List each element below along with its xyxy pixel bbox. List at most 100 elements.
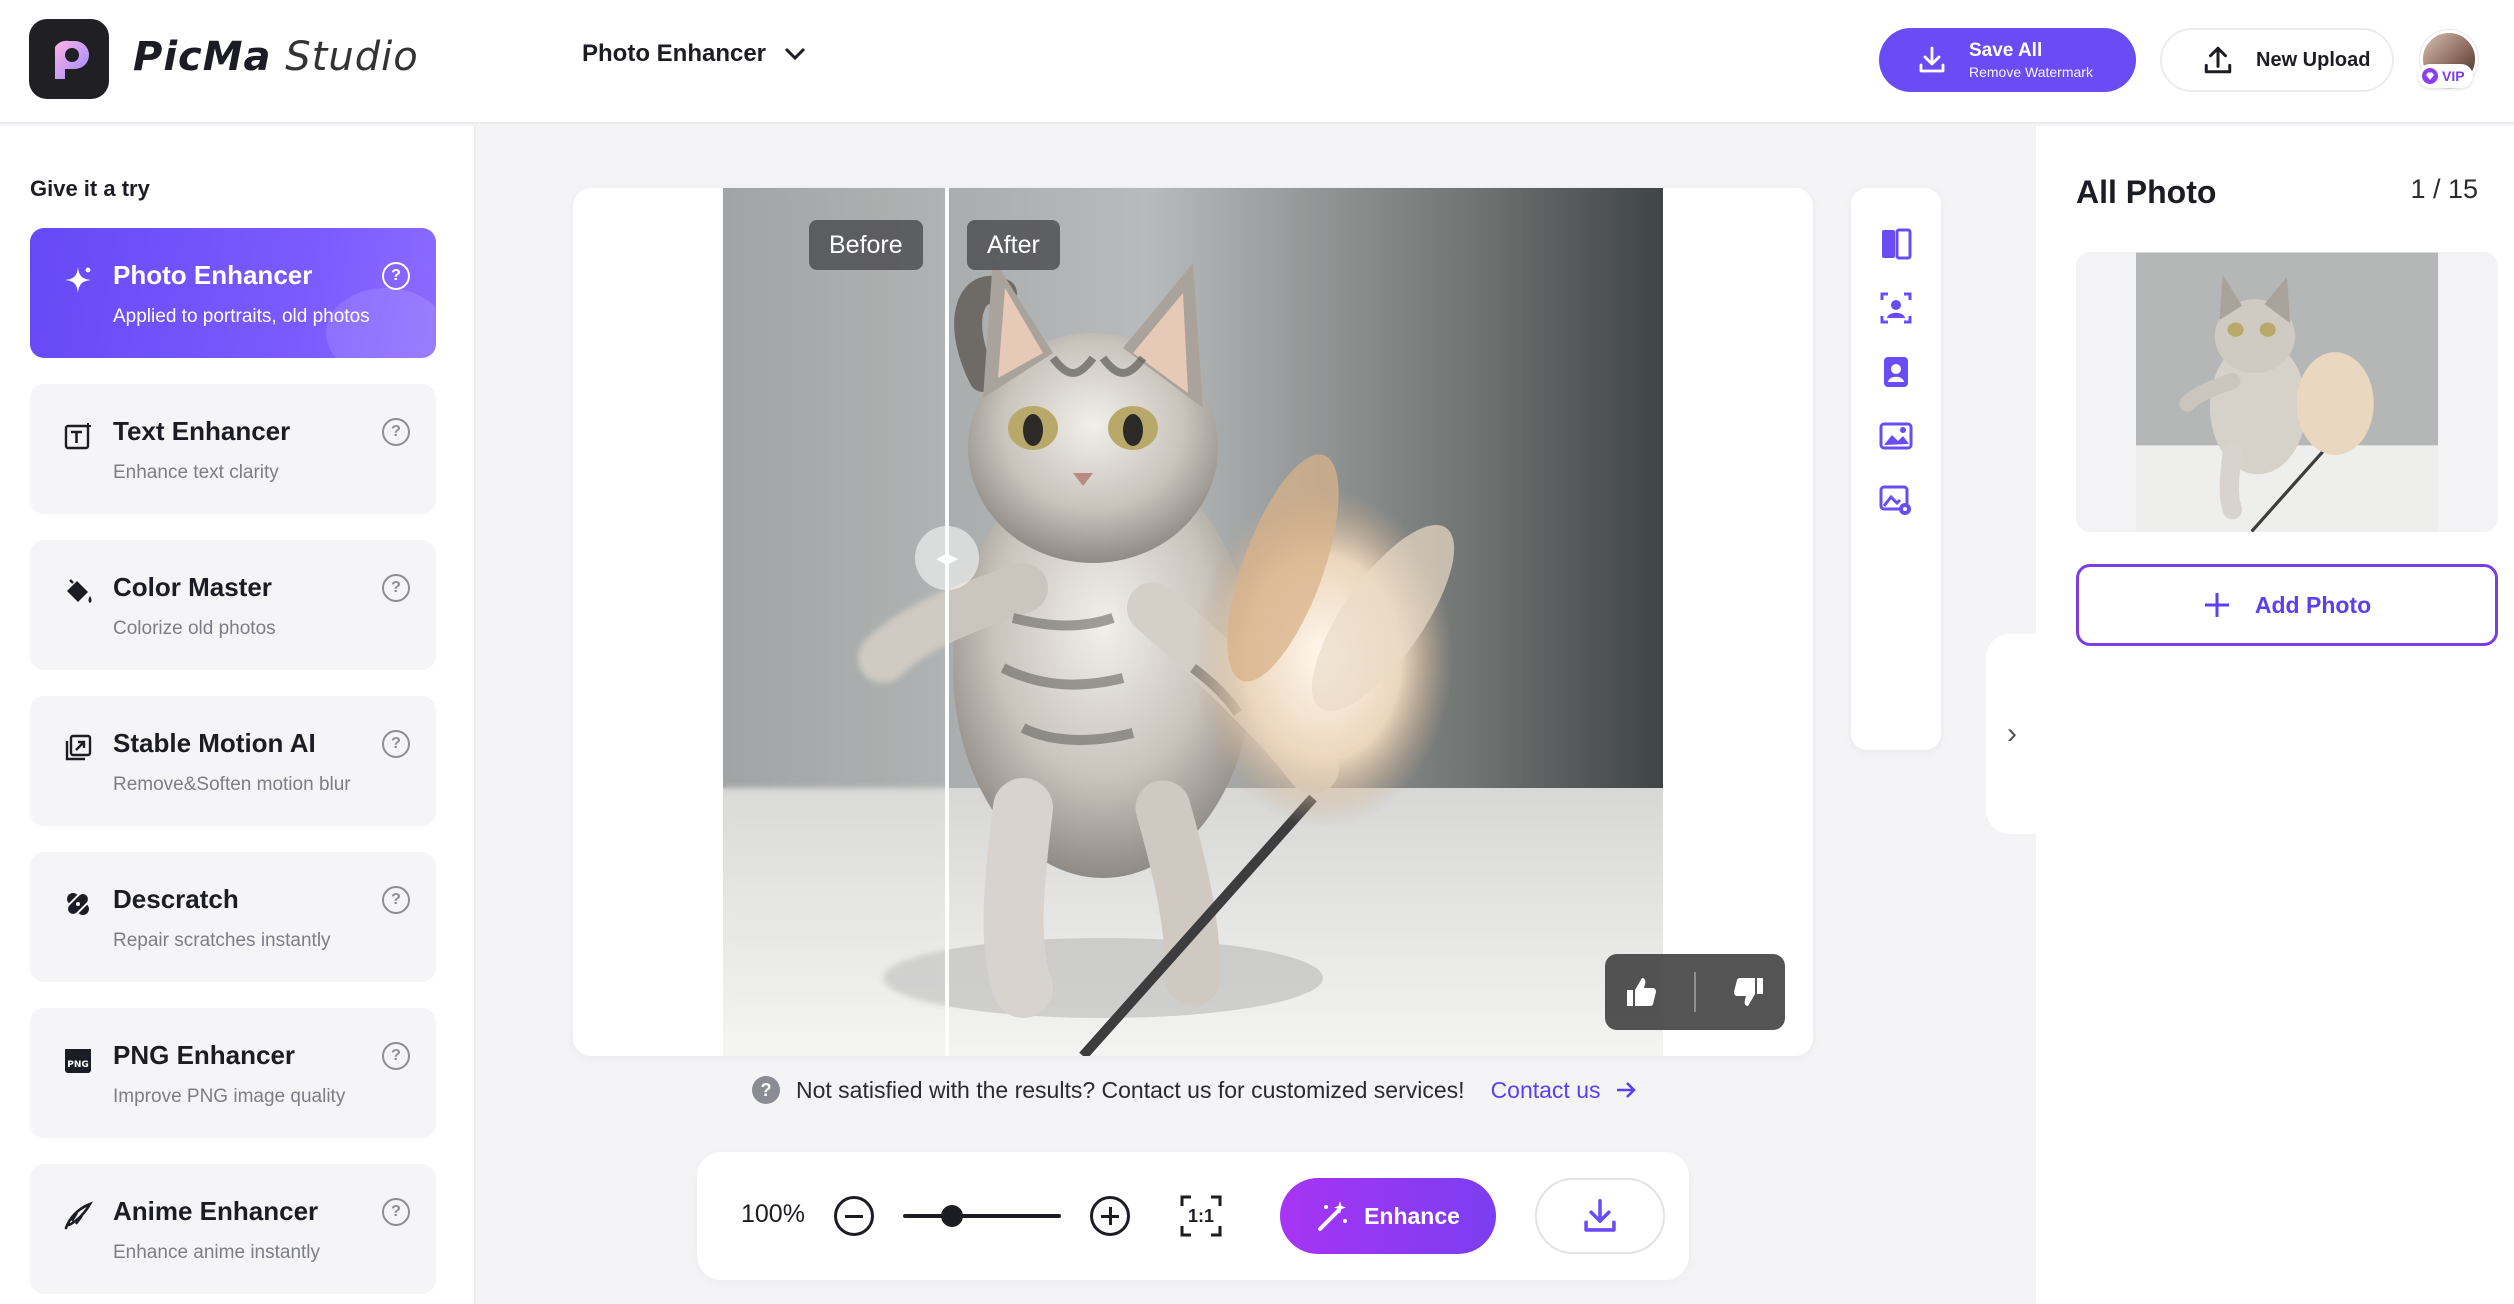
thumbs-up-icon[interactable] <box>1623 974 1659 1010</box>
png-icon: PNG <box>62 1044 94 1076</box>
help-icon[interactable]: ? <box>382 262 410 290</box>
add-photo-button[interactable]: Add Photo <box>2076 564 2498 646</box>
contact-us-label: Contact us <box>1490 1076 1601 1103</box>
photo-list-panel: All Photo 1 / 15 Add Photo <box>2036 126 2514 1304</box>
sidebar-item-desc: Applied to portraits, old photos <box>113 306 370 327</box>
preview-photo[interactable]: ◂▸ Before After <box>723 188 1663 1056</box>
sidebar-item-desc: Enhance anime instantly <box>113 1242 321 1263</box>
save-all-text: Save All Remove Watermark <box>1969 40 2093 80</box>
preview-canvas: ◂▸ Before After <box>573 188 1813 1056</box>
sidebar-item-desc: Repair scratches instantly <box>113 930 331 951</box>
save-all-sublabel: Remove Watermark <box>1969 64 2093 80</box>
enhance-button[interactable]: Enhance <box>1280 1178 1496 1254</box>
sidebar-item-photo-enhancer[interactable]: Photo Enhancer Applied to portraits, old… <box>30 228 436 358</box>
help-icon[interactable]: ? <box>382 574 410 602</box>
motion-icon <box>62 732 94 764</box>
sidebar-item-title: Photo Enhancer <box>113 260 313 290</box>
tool-sidebar: Give it a try Photo Enhancer Applied to … <box>0 126 476 1304</box>
before-region <box>723 188 947 1056</box>
sidebar-item-title: Descratch <box>113 884 239 914</box>
zoom-level: 100% <box>741 1200 805 1228</box>
sidebar-item-title: Stable Motion AI <box>113 728 316 758</box>
sidebar-item-desc: Remove&Soften motion blur <box>113 774 351 795</box>
photo-thumbnail[interactable] <box>2076 252 2498 532</box>
feedback-box <box>1605 954 1785 1030</box>
upload-icon <box>2204 46 2232 74</box>
top-header: PicMa Studio Photo Enhancer Save All Rem… <box>0 0 2514 124</box>
question-icon: ? <box>752 1076 780 1104</box>
text-icon <box>62 420 94 452</box>
bottom-toolbar: 100% 1:1 Enhance <box>697 1152 1689 1280</box>
app-logo-icon[interactable] <box>29 19 109 99</box>
thumbnail-image <box>2136 252 2438 532</box>
zoom-slider[interactable] <box>903 1205 1061 1227</box>
help-icon[interactable]: ? <box>382 418 410 446</box>
brand-name: PicMa Studio <box>133 34 419 80</box>
download-icon <box>1584 1199 1616 1232</box>
bandage-icon <box>62 888 94 920</box>
svg-text:PNG: PNG <box>67 1060 89 1070</box>
enhance-label: Enhance <box>1364 1202 1460 1229</box>
view-tools-strip <box>1851 188 1941 750</box>
sidebar-item-png-enhancer[interactable]: PNG PNG Enhancer Improve PNG image quali… <box>30 1008 436 1138</box>
new-upload-label: New Upload <box>2256 48 2371 71</box>
brush-icon <box>62 1200 94 1232</box>
chevron-down-icon <box>784 47 806 61</box>
add-photo-label: Add Photo <box>2254 591 2372 618</box>
sidebar-item-desc: Colorize old photos <box>113 618 276 639</box>
sidebar-item-anime-enhancer[interactable]: Anime Enhancer Enhance anime instantly ? <box>30 1164 436 1294</box>
photo-count: 1 / 15 <box>2410 174 2478 204</box>
help-icon[interactable]: ? <box>382 886 410 914</box>
thumbs-down-icon[interactable] <box>1731 974 1767 1010</box>
comparison-divider[interactable] <box>945 188 949 1056</box>
help-icon[interactable]: ? <box>382 1198 410 1226</box>
sidebar-heading: Give it a try <box>30 176 150 201</box>
arrow-right-icon <box>1616 1082 1636 1098</box>
sidebar-item-stable-motion-ai[interactable]: Stable Motion AI Remove&Soften motion bl… <box>30 696 436 826</box>
panel-title: All Photo <box>2076 174 2217 210</box>
help-icon[interactable]: ? <box>382 730 410 758</box>
actual-size-button[interactable]: 1:1 <box>1179 1194 1223 1238</box>
chevron-right-icon[interactable]: › <box>1986 634 2038 834</box>
help-icon[interactable]: ? <box>382 1042 410 1070</box>
sidebar-item-title: Text Enhancer <box>113 416 291 446</box>
sidebar-item-title: PNG Enhancer <box>113 1040 296 1070</box>
save-all-label: Save All <box>1969 40 2043 61</box>
landscape-enhance-icon[interactable] <box>1876 416 1916 456</box>
mode-dropdown[interactable]: Photo Enhancer <box>582 40 806 68</box>
before-label: Before <box>809 220 923 270</box>
new-upload-button[interactable]: New Upload <box>2160 28 2394 92</box>
actual-size-icon <box>1180 1195 1222 1237</box>
portrait-focus-icon[interactable] <box>1876 288 1916 328</box>
zoom-out-icon[interactable] <box>834 1196 874 1236</box>
save-all-button[interactable]: Save All Remove Watermark <box>1879 28 2136 92</box>
image-settings-icon[interactable] <box>1876 480 1916 520</box>
notice-text: Not satisfied with the results? Contact … <box>796 1076 1465 1103</box>
sidebar-item-title: Color Master <box>113 572 272 602</box>
diamond-icon <box>2422 68 2438 84</box>
contact-us-link[interactable]: Contact us <box>1491 1077 1637 1104</box>
paint-bucket-icon <box>62 576 94 608</box>
feedback-separator <box>1693 972 1696 1012</box>
zoom-slider-knob[interactable] <box>941 1205 963 1227</box>
plus-icon <box>2204 593 2229 617</box>
support-notice: ? Not satisfied with the results? Contac… <box>752 1076 1637 1104</box>
sidebar-item-title: Anime Enhancer <box>113 1196 319 1226</box>
magic-wand-icon <box>1318 1201 1348 1231</box>
after-label: After <box>967 220 1060 270</box>
sidebar-item-desc: Enhance text clarity <box>113 462 279 483</box>
mode-dropdown-label: Photo Enhancer <box>582 40 767 67</box>
download-icon <box>1919 46 1945 73</box>
zoom-in-icon[interactable] <box>1090 1196 1130 1236</box>
compare-view-icon[interactable] <box>1876 224 1916 264</box>
sidebar-item-color-master[interactable]: Color Master Colorize old photos ? <box>30 540 436 670</box>
sidebar-item-desc: Improve PNG image quality <box>113 1086 346 1107</box>
comparison-handle-icon[interactable]: ◂▸ <box>915 526 979 590</box>
portrait-card-icon[interactable] <box>1876 352 1916 392</box>
download-button[interactable] <box>1535 1178 1665 1254</box>
sidebar-item-descratch[interactable]: Descratch Repair scratches instantly ? <box>30 852 436 982</box>
sparkle-icon <box>62 264 94 296</box>
vip-badge: VIP <box>2418 64 2473 88</box>
vip-label: VIP <box>2442 68 2465 84</box>
sidebar-item-text-enhancer[interactable]: Text Enhancer Enhance text clarity ? <box>30 384 436 514</box>
